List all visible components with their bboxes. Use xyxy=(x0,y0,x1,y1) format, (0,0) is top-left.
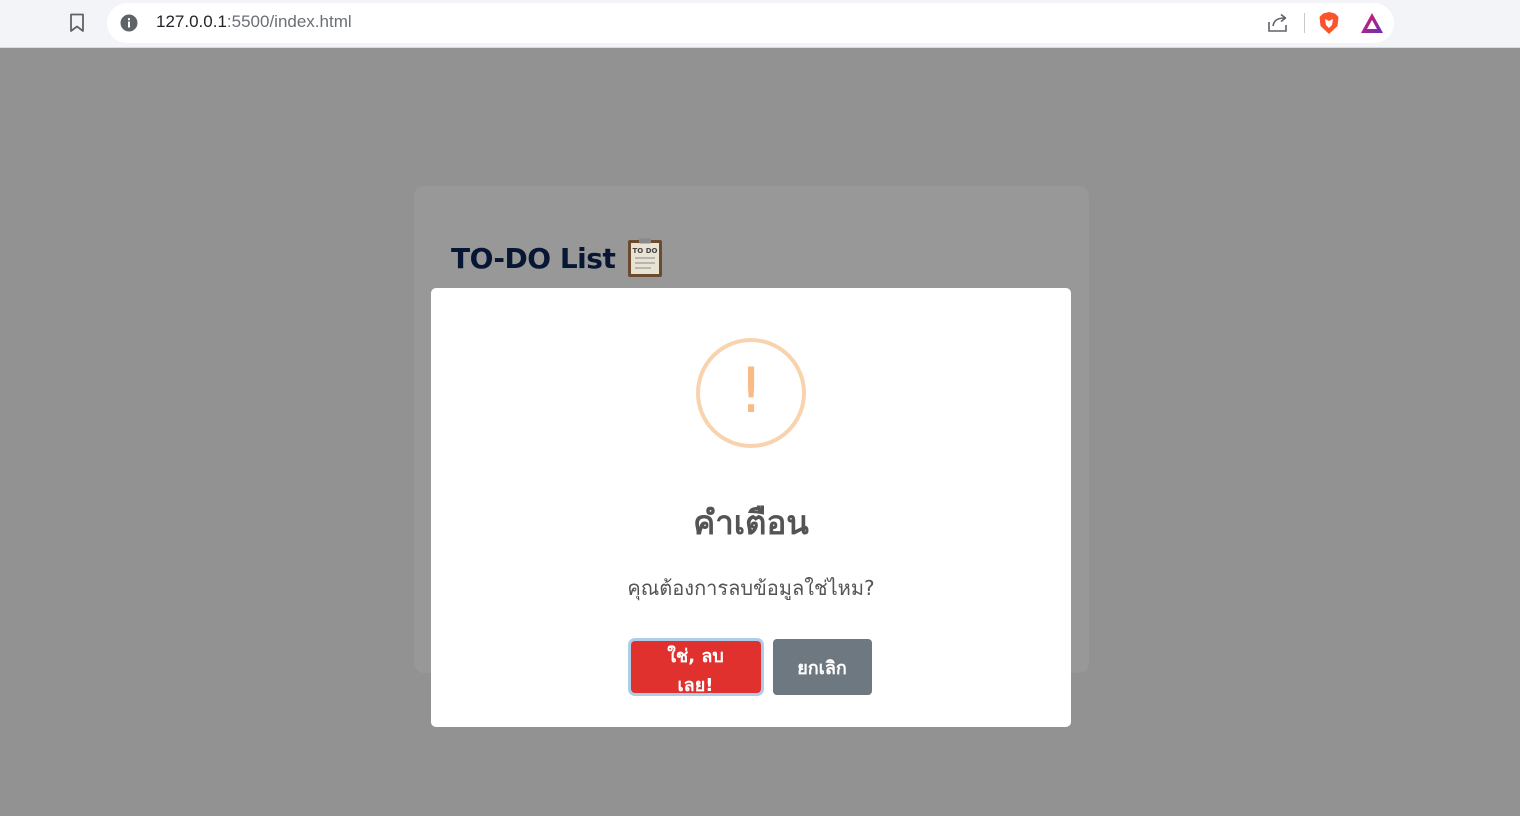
brave-shields-icon[interactable] xyxy=(1316,10,1342,36)
toolbar-divider xyxy=(1304,13,1305,33)
info-icon[interactable] xyxy=(119,13,139,33)
confirm-dialog: ! คำเตือน คุณต้องการลบข้อมูลใช่ไหม? ใช่,… xyxy=(431,288,1071,727)
url-host: 127.0.0.1 xyxy=(156,12,227,31)
warning-mark: ! xyxy=(738,354,764,427)
dialog-message: คุณต้องการลบข้อมูลใช่ไหม? xyxy=(627,576,875,600)
clipboard-label: TO DO xyxy=(633,247,658,255)
confirm-delete-button[interactable]: ใช่, ลบเลย! xyxy=(630,641,761,696)
share-icon[interactable] xyxy=(1265,11,1291,35)
warning-icon: ! xyxy=(696,338,806,448)
url-path: :5500/index.html xyxy=(226,12,352,31)
dialog-title: คำเตือน xyxy=(693,503,809,542)
address-bar[interactable]: 127.0.0.1:5500/index.html xyxy=(107,3,1394,43)
browser-toolbar: 127.0.0.1:5500/index.html xyxy=(0,0,1520,48)
bookmark-icon[interactable] xyxy=(62,9,92,37)
todo-heading: TO-DO List TO DO xyxy=(451,238,663,278)
page-title: TO-DO List xyxy=(451,241,616,275)
clipboard-icon: TO DO xyxy=(627,238,663,278)
brave-rewards-icon[interactable] xyxy=(1359,10,1385,36)
cancel-button[interactable]: ยกเลิก xyxy=(772,639,872,695)
dialog-actions: ใช่, ลบเลย! ยกเลิก xyxy=(431,639,1071,696)
url-text[interactable]: 127.0.0.1:5500/index.html xyxy=(156,12,352,32)
